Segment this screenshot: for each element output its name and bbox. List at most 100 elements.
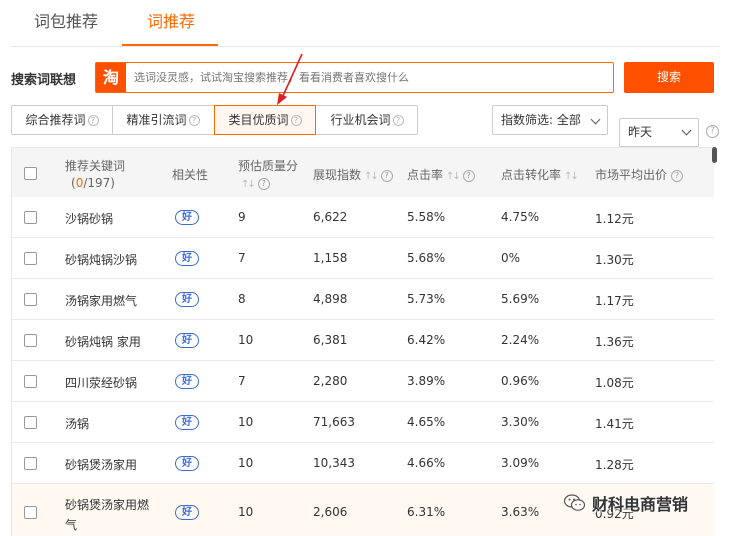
divider (10, 46, 719, 47)
table-row[interactable]: 砂锅炖锅沙锅 好 7 1,158 5.68% 0% 1.30元 (12, 238, 714, 279)
ctr-cell: 5.58% (407, 210, 446, 224)
filter-tab-opportunity[interactable]: 行业机会词? (316, 106, 418, 134)
scrollbar-thumb[interactable] (712, 147, 717, 163)
filter-tab-group: 综合推荐词? 精准引流词? 类目优质词? 行业机会词? (11, 105, 418, 135)
search-label: 搜索词联想 (11, 73, 77, 88)
bid-cell: 1.12元 (595, 212, 634, 226)
keyword-cell: 砂锅炖锅沙锅 (65, 253, 138, 267)
quality-cell: 10 (238, 456, 254, 470)
sort-icon[interactable]: ↑↓ (564, 171, 579, 182)
help-icon[interactable]: ? (671, 169, 684, 182)
filter-tab-comprehensive[interactable]: 综合推荐词? (12, 106, 112, 134)
ctr-cell: 3.89% (407, 374, 446, 388)
relevance-badge: 好 (175, 292, 199, 307)
watermark: 财科电商营销 (564, 490, 688, 516)
col-avg-bid-label: 市场平均出价 (595, 168, 668, 182)
table-row[interactable]: 沙锅砂锅 好 9 6,622 5.58% 4.75% 1.12元 (12, 197, 714, 238)
filter-tab-label: 行业机会词 (330, 113, 391, 127)
cvr-cell: 2.24% (501, 333, 540, 347)
cvr-cell: 0.96% (501, 374, 540, 388)
col-cvr-header: 点击转化率 ↑↓ (501, 166, 579, 183)
table-row[interactable]: 四川荥经砂锅 好 7 2,280 3.89% 0.96% 1.08元 (12, 361, 714, 402)
col-cvr-label: 点击转化率 (501, 168, 562, 182)
sort-icon[interactable]: ↑↓ (446, 171, 461, 182)
total-count-value: /197 (83, 176, 111, 190)
row-checkbox[interactable] (24, 375, 37, 388)
cvr-cell: 3.30% (501, 415, 540, 429)
red-arrow-annotation (277, 53, 303, 105)
tab-word-package[interactable]: 词包推荐 (34, 8, 98, 32)
col-quality-controls: ↑↓? (238, 176, 270, 190)
table-row[interactable]: 汤锅家用燃气 好 8 4,898 5.73% 5.69% 1.17元 (12, 279, 714, 320)
impressions-cell: 1,158 (313, 251, 348, 265)
help-icon[interactable]: ? (462, 169, 475, 182)
row-checkbox[interactable] (24, 506, 37, 519)
impressions-cell: 71,663 (313, 415, 355, 429)
col-impressions-header: 展现指数 ↑↓? (313, 166, 393, 183)
bid-cell: 1.30元 (595, 253, 634, 267)
tab-word-recommend[interactable]: 词推荐 (147, 8, 195, 32)
row-checkbox[interactable] (24, 334, 37, 347)
watermark-text: 财科电商营销 (592, 495, 689, 514)
help-icon[interactable]: ? (706, 125, 719, 138)
sort-icon[interactable]: ↑↓ (241, 179, 256, 190)
row-checkbox[interactable] (24, 211, 37, 224)
bid-cell: 1.08元 (595, 376, 634, 390)
table-header: 推荐关键词 (0/197) 相关性 预估质量分 ↑↓? 展现指数 ↑↓? 点击率 ↑… (12, 147, 714, 197)
cvr-cell: 0% (501, 251, 521, 265)
help-icon[interactable]: ? (87, 115, 99, 126)
cvr-cell: 3.63% (501, 505, 540, 519)
date-select[interactable]: 昨天 (619, 118, 699, 147)
col-keyword-label: 推荐关键词 (65, 159, 126, 173)
col-ctr-header: 点击率 ↑↓? (407, 166, 475, 183)
impressions-cell: 2,606 (313, 505, 348, 519)
help-icon[interactable]: ? (392, 115, 404, 126)
filter-tab-label: 精准引流词 (126, 113, 187, 127)
sort-icon[interactable]: ↑↓ (364, 171, 379, 182)
quality-cell: 10 (238, 333, 254, 347)
ctr-cell: 6.42% (407, 333, 446, 347)
ctr-cell: 4.66% (407, 456, 446, 470)
col-impressions-label: 展现指数 (313, 168, 362, 182)
help-icon[interactable]: ? (290, 115, 302, 126)
quality-cell: 7 (238, 251, 246, 265)
wechat-icon (564, 494, 586, 511)
index-filter-select[interactable]: 指数筛选: 全部 (492, 105, 608, 135)
keyword-cell: 沙锅砂锅 (65, 212, 114, 226)
row-checkbox[interactable] (24, 457, 37, 470)
top-tab-bar: 词包推荐 词推荐 (0, 0, 729, 46)
relevance-badge: 好 (175, 415, 199, 430)
search-box: 淘 (95, 62, 614, 93)
impressions-cell: 6,622 (313, 210, 348, 224)
bid-cell: 1.36元 (595, 335, 634, 349)
table-row[interactable]: 汤锅 好 10 71,663 4.65% 3.30% 1.41元 (12, 402, 714, 443)
keyword-cell: 砂锅炖锅 家用 (65, 335, 141, 349)
quality-cell: 8 (238, 292, 246, 306)
ctr-cell: 6.31% (407, 505, 446, 519)
table-row[interactable]: 砂锅煲汤家用 好 10 10,343 4.66% 3.09% 1.28元 (12, 443, 714, 484)
select-all-checkbox[interactable] (24, 167, 37, 180)
col-quality-header: 预估质量分 (238, 157, 298, 174)
keyword-cell: 砂锅煲汤家用 (65, 458, 138, 472)
help-icon[interactable]: ? (380, 169, 393, 182)
filter-tab-precise[interactable]: 精准引流词? (112, 106, 214, 134)
table-row[interactable]: 砂锅炖锅 家用 好 10 6,381 6.42% 2.24% 1.36元 (12, 320, 714, 361)
search-input[interactable] (134, 63, 604, 92)
relevance-badge: 好 (175, 210, 199, 225)
impressions-cell: 6,381 (313, 333, 348, 347)
row-checkbox[interactable] (24, 252, 37, 265)
help-icon[interactable]: ? (188, 115, 200, 126)
help-icon[interactable]: ? (257, 177, 270, 190)
col-quality-label: 预估质量分 (238, 159, 299, 173)
row-checkbox[interactable] (24, 293, 37, 306)
row-checkbox[interactable] (24, 416, 37, 429)
date-select-value: 昨天 (628, 125, 653, 139)
relevance-badge: 好 (175, 251, 199, 266)
ctr-cell: 5.73% (407, 292, 446, 306)
selected-count: (0/197) (71, 176, 115, 190)
search-button[interactable]: 搜索 (624, 62, 714, 93)
col-ctr-label: 点击率 (407, 168, 444, 182)
chevron-down-icon (590, 114, 601, 125)
bid-cell: 1.28元 (595, 458, 634, 472)
filter-tab-label: 综合推荐词 (25, 113, 86, 127)
